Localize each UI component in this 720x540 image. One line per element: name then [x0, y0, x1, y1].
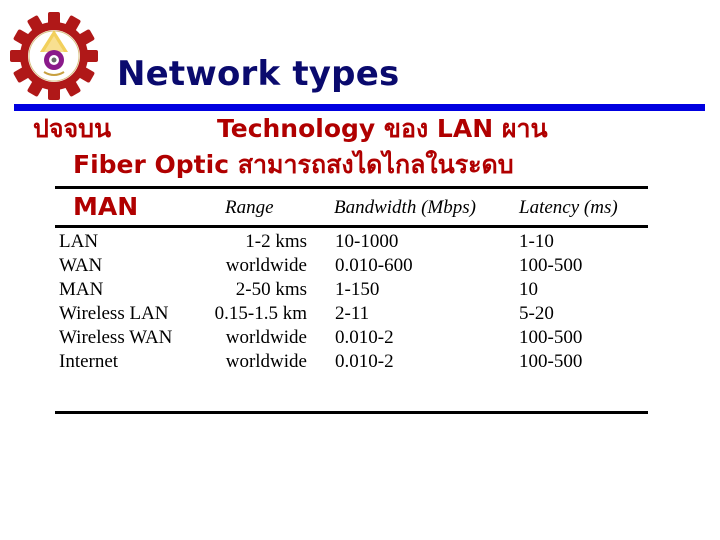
header-range: Range	[225, 197, 274, 218]
cell-bandwidth: 0.010-2	[335, 327, 394, 348]
table-row: MAN 2-50 kms 1-150 10	[0, 278, 720, 301]
table-row: Wireless WAN worldwide 0.010-2 100-500	[0, 326, 720, 349]
cell-type: Internet	[59, 351, 119, 372]
cell-range: worldwide	[225, 327, 307, 348]
cell-latency: 100-500	[519, 327, 583, 348]
cell-type: Wireless LAN	[59, 303, 169, 324]
cell-range: worldwide	[225, 351, 307, 372]
table-row: WAN worldwide 0.010-600 100-500	[0, 254, 720, 277]
university-logo-icon	[10, 12, 98, 100]
subtitle-line-3: MAN	[73, 192, 139, 221]
slide-title: Network types	[117, 54, 400, 94]
cell-range: 0.15-1.5 km	[214, 303, 307, 324]
table-header-rule	[55, 225, 648, 228]
table-bottom-rule	[55, 411, 648, 414]
cell-bandwidth: 10-1000	[335, 231, 399, 252]
subtitle-line-1: Technology ของ LAN ผาน	[217, 114, 548, 143]
subtitle-thai-word: ปจจบน	[33, 114, 112, 143]
cell-bandwidth: 0.010-2	[335, 351, 394, 372]
cell-latency: 5-20	[519, 303, 554, 324]
cell-type: Wireless WAN	[59, 327, 173, 348]
cell-bandwidth: 1-150	[335, 279, 380, 300]
cell-range: 1-2 kms	[245, 231, 307, 252]
title-underline-bar	[14, 104, 705, 111]
header-bandwidth: Bandwidth (Mbps)	[334, 197, 476, 218]
cell-type: WAN	[59, 255, 103, 276]
cell-bandwidth: 2-11	[335, 303, 370, 324]
cell-type: MAN	[59, 279, 104, 300]
header-latency: Latency (ms)	[519, 197, 618, 218]
table-row: LAN 1-2 kms 10-1000 1-10	[0, 230, 720, 253]
cell-latency: 10	[519, 279, 538, 300]
cell-range: worldwide	[225, 255, 307, 276]
table-row: Internet worldwide 0.010-2 100-500	[0, 350, 720, 373]
cell-range: 2-50 kms	[235, 279, 307, 300]
cell-latency: 100-500	[519, 351, 583, 372]
table-top-rule	[55, 186, 648, 189]
cell-latency: 100-500	[519, 255, 583, 276]
cell-type: LAN	[59, 231, 99, 252]
subtitle-line-2: Fiber Optic สามารถสงไดไกลในระดบ	[73, 150, 514, 179]
cell-latency: 1-10	[519, 231, 554, 252]
table-row: Wireless LAN 0.15-1.5 km 2-11 5-20	[0, 302, 720, 325]
cell-bandwidth: 0.010-600	[335, 255, 413, 276]
